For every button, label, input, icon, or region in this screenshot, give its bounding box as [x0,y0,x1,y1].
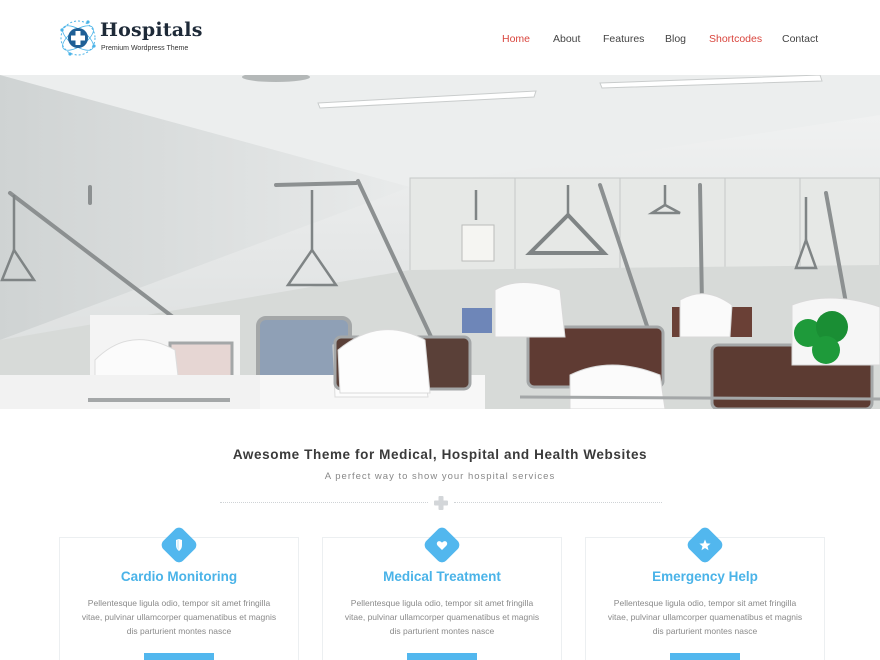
nav-item-about[interactable]: About [553,33,580,45]
shield-icon [161,527,197,563]
intro-title: Awesome Theme for Medical, Hospital and … [232,447,648,462]
nav-item-shortcodes[interactable]: Shortcodes [709,33,762,45]
divider-line-left [220,502,428,503]
card-title: Emergency Help [652,569,758,584]
card-text: Pellentesque ligula odio, tempor sit ame… [81,598,277,636]
card-title: Medical Treatment [383,569,501,584]
feature-card-treatment: Medical Treatment Pellentesque ligula od… [322,527,562,660]
nav-item-features[interactable]: Features [603,33,644,45]
intro-subtitle: A perfect way to show your hospital serv… [324,471,556,482]
nav-item-blog[interactable]: Blog [665,33,686,45]
hero-banner [0,75,880,409]
read-more-button[interactable] [407,653,477,660]
read-more-button[interactable] [670,653,740,660]
nav-item-contact[interactable]: Contact [782,33,818,45]
plus-icon [434,496,448,510]
card-text: Pellentesque ligula odio, tempor sit ame… [344,598,540,636]
main-navigation: Home About Features Blog Shortcodes Cont… [0,33,880,49]
star-icon [687,527,723,563]
feature-card-cardio: Cardio Monitoring Pellentesque ligula od… [59,527,299,660]
heart-icon [424,527,460,563]
hospital-ward-image [0,75,880,409]
divider-line-right [454,502,662,503]
read-more-button[interactable] [144,653,214,660]
nav-item-home[interactable]: Home [502,33,530,45]
card-text: Pellentesque ligula odio, tempor sit ame… [607,598,803,636]
card-title: Cardio Monitoring [120,569,238,584]
feature-card-emergency: Emergency Help Pellentesque ligula odio,… [585,527,825,660]
site-header: Hospitals Premium Wordpress Theme Home A… [0,0,880,75]
